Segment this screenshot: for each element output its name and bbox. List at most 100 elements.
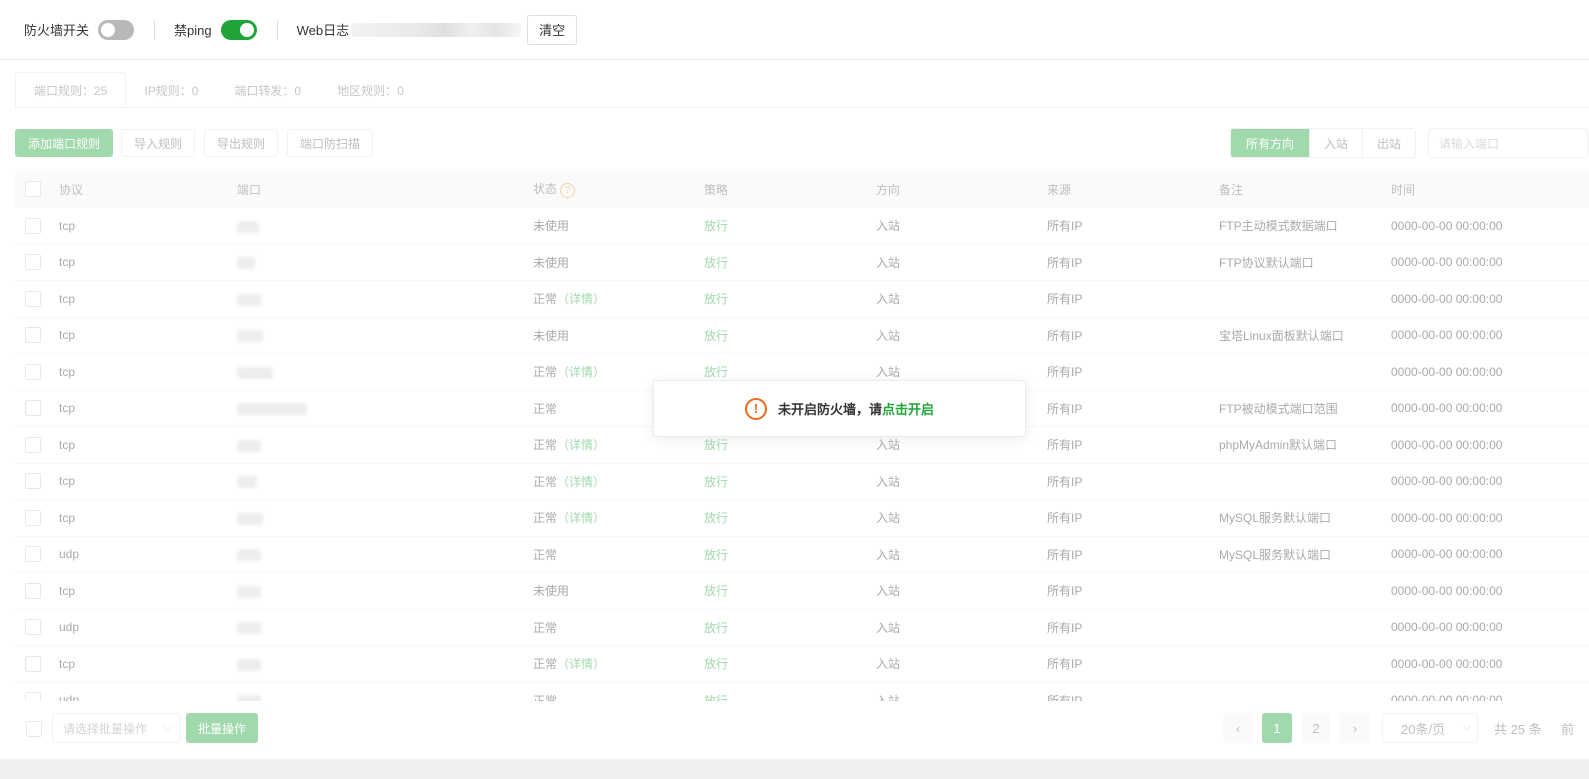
direction-in-button[interactable]: 入站 [1309,129,1362,157]
cell-time: 0000-00-00 00:00:00 [1391,656,1503,671]
chevron-down-icon: ⌵ [1462,721,1471,733]
cell-port-redacted [237,511,263,525]
tab-ip-rules[interactable]: IP规则：0 [126,72,216,108]
row-checkbox[interactable] [25,363,41,380]
cell-status: 未使用 [533,582,569,599]
cell-source: 所有IP [1047,365,1083,380]
tab-region-rules[interactable]: 地区规则：0 [319,72,422,108]
row-checkbox[interactable] [25,473,41,490]
detail-link[interactable]: （详情） [557,475,605,489]
cell-note: MySQL服务默认端口 [1219,547,1332,562]
status-text: 正常 [533,365,558,380]
help-icon[interactable]: ? [560,182,576,198]
tab-port-forward[interactable]: 端口转发：0 [216,72,319,108]
row-checkbox[interactable] [25,509,41,526]
ping-switch[interactable] [220,19,257,40]
row-checkbox[interactable] [25,436,41,453]
row-checkbox[interactable] [25,217,41,234]
cell-protocol: tcp [59,474,76,489]
cell-direction: 入站 [876,584,901,599]
col-note: 备注 [1219,182,1244,197]
detail-link[interactable]: （详情） [557,292,605,306]
row-checkbox[interactable] [25,254,41,271]
cell-time: 0000-00-00 00:00:00 [1391,255,1503,270]
cell-protocol: udp [59,620,80,635]
row-checkbox[interactable] [25,582,41,599]
table-row[interactable]: udp 正常 放行 入站 所有IP MySQL服务默认端口 0000-00-00 00:00… [15,537,1589,573]
page-1-button[interactable]: 1 [1262,713,1292,743]
firewall-switch[interactable] [98,19,135,40]
footer-select-all-checkbox[interactable] [26,721,42,737]
row-checkbox[interactable] [25,327,41,344]
page-size-select[interactable]: 20条/页 ⌵ [1382,713,1478,743]
table-row[interactable]: tcp 正常（详情） 放行 入站 所有IP MySQL服务默认端口 0000-00-00 0… [15,500,1589,537]
table-row[interactable]: tcp 未使用 放行 入站 所有IP 0000-00-00 00:00:00 [15,573,1589,610]
row-checkbox[interactable] [25,655,41,672]
detail-link[interactable]: （详情） [557,657,605,671]
direction-filter: 所有方向 入站 出站 [1230,128,1417,158]
table-row[interactable]: udp 正常 放行 入站 所有IP 0000-00-00 00:00:00 [15,610,1589,646]
cell-policy: 放行 [704,547,729,562]
cell-time: 0000-00-00 00:00:00 [1391,328,1503,343]
cell-direction: 入站 [876,328,901,343]
detail-link[interactable]: （详情） [557,511,605,525]
direction-out-button[interactable]: 出站 [1362,129,1415,157]
row-checkbox[interactable] [25,546,41,563]
cell-port-redacted [237,657,261,671]
cell-status: 正常（详情） [533,509,605,526]
cell-status: 正常（详情） [533,473,605,490]
col-direction: 方向 [876,182,901,197]
table-row[interactable]: tcp 正常（详情） 放行 入站 所有IP 0000-00-00 00:00:00 [15,281,1589,318]
import-rules-button[interactable]: 导入规则 [121,129,196,157]
page-size-value: 20条/页 [1401,721,1446,737]
port-scan-protection-button[interactable]: 端口防扫描 [287,129,374,157]
cell-status: 正常 [533,400,557,417]
table-footer: 请选择批量操作 ⌵ 批量操作 ‹ 1 2 › 20条/页 ⌵ 共 25 条 前 [15,713,1589,743]
select-all-checkbox[interactable] [25,181,41,197]
toast-message: 未开启防火墙，请 [777,402,882,417]
cell-port-redacted [237,365,273,379]
table-row[interactable]: tcp 正常（详情） 放行 入站 所有IP 0000-00-00 00:00:00 [15,464,1589,500]
cell-direction: 入站 [876,474,901,489]
page-2-button[interactable]: 2 [1301,713,1331,743]
table-row[interactable]: tcp 未使用 放行 入站 所有IP FTP主动模式数据端口 0000-00-00 00:0… [15,208,1589,245]
cell-direction: 入站 [876,657,901,672]
detail-link[interactable]: （详情） [557,365,605,379]
row-checkbox[interactable] [25,619,41,636]
switch-knob [239,22,254,37]
row-checkbox[interactable] [25,692,41,701]
page-next-button[interactable]: › [1340,713,1370,743]
table-row[interactable]: tcp 正常（详情） 放行 入站 所有IP 0000-00-00 00:00:00 [15,646,1589,683]
rule-toolbar: 添加端口规则 导入规则 导出规则 端口防扫描 所有方向 入站 出站 请输入端口 [15,128,1589,158]
table-row[interactable]: tcp 未使用 放行 入站 所有IP 宝塔Linux面板默认端口 0000-00-00 00… [15,318,1589,354]
cell-status: 未使用 [533,327,569,344]
col-policy: 策略 [704,182,729,197]
enable-firewall-link[interactable]: 点击开启 [882,399,934,418]
clear-log-button[interactable]: 清空 [527,14,578,45]
status-text: 正常 [533,511,558,526]
batch-action-button[interactable]: 批量操作 [186,713,259,743]
col-port: 端口 [237,182,262,197]
table-row[interactable]: udp 正常 放行 入站 所有IP 0000-00-00 00:00:00 [15,683,1589,701]
port-search-input[interactable]: 请输入端口 [1428,128,1588,158]
cell-port-redacted [237,693,261,701]
direction-all-button[interactable]: 所有方向 [1231,129,1310,157]
port-redacted [237,403,307,416]
row-checkbox[interactable] [25,400,41,417]
cell-protocol: tcp [59,401,76,416]
cell-note: FTP被动模式端口范围 [1219,401,1338,416]
cell-source: 所有IP [1047,657,1083,672]
page-prev-button[interactable]: ‹ [1223,713,1253,743]
port-redacted [237,585,261,598]
add-port-rule-button[interactable]: 添加端口规则 [15,129,114,157]
cell-time: 0000-00-00 00:00:00 [1391,510,1503,525]
tab-port-rules[interactable]: 端口规则：25 [15,72,127,109]
batch-action-select[interactable]: 请选择批量操作 ⌵ [52,713,181,743]
cell-policy: 放行 [704,657,729,672]
table-row[interactable]: tcp 未使用 放行 入站 所有IP FTP协议默认端口 0000-00-00 00:00:… [15,245,1589,281]
cell-protocol: tcp [59,583,76,598]
detail-link[interactable]: （详情） [557,438,605,452]
row-checkbox[interactable] [25,290,41,307]
cell-direction: 入站 [876,620,901,635]
export-rules-button[interactable]: 导出规则 [204,129,279,157]
